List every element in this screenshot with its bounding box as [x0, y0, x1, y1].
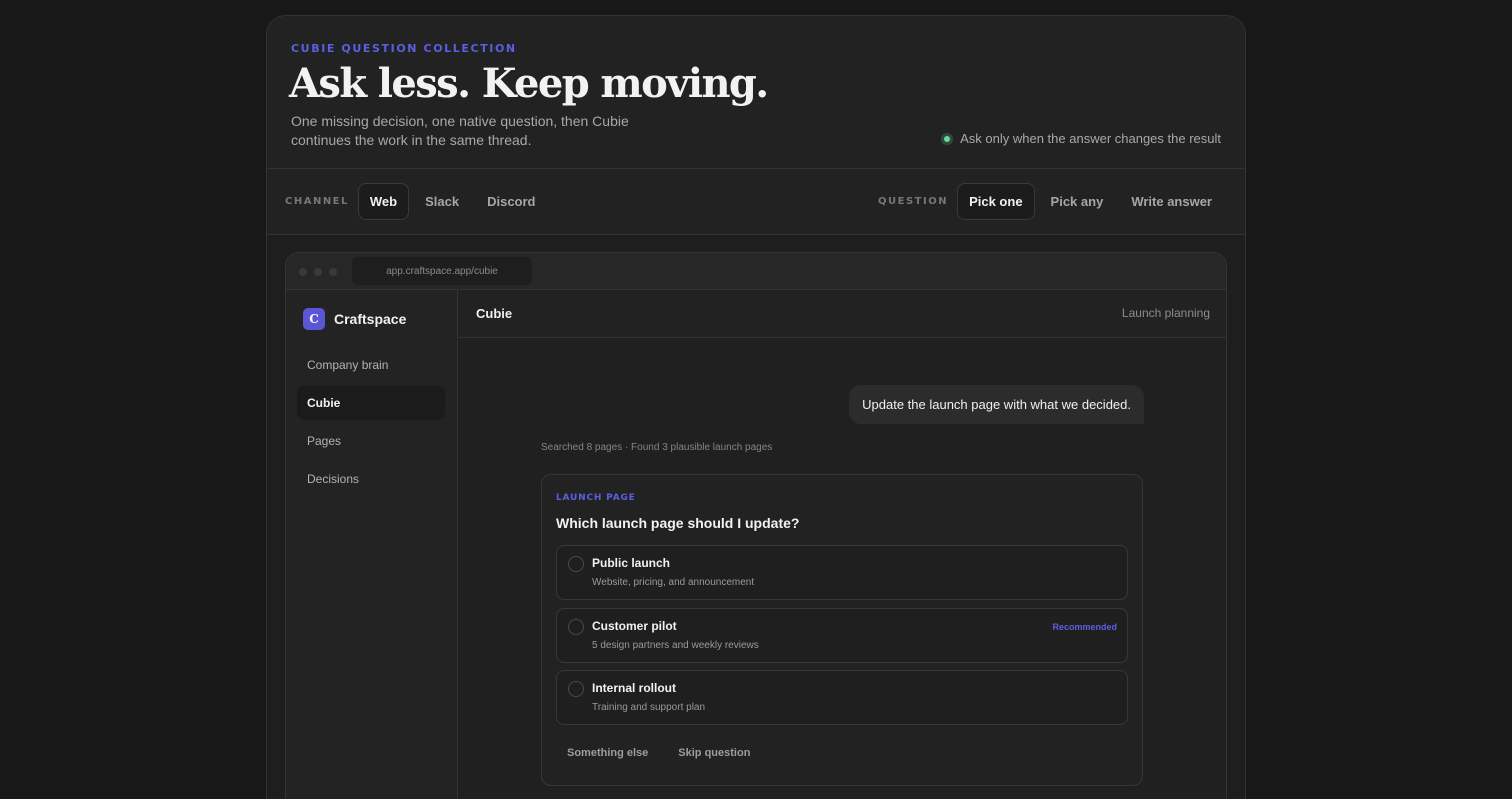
option-public-launch[interactable]: Public launch Website, pricing, and anno…	[556, 545, 1128, 600]
brand-name: Craftspace	[334, 311, 407, 327]
question-pick-any-button[interactable]: Pick any	[1039, 183, 1116, 220]
status-dot-icon	[941, 132, 954, 145]
demo-panel: CUBIE QUESTION COLLECTION Ask less. Keep…	[266, 15, 1246, 799]
channel-web-button[interactable]: Web	[357, 183, 410, 220]
question-label: QUESTION	[878, 196, 949, 207]
option-internal-rollout[interactable]: Internal rollout Training and support pl…	[556, 670, 1128, 725]
brand: C Craftspace	[303, 308, 406, 330]
hero-subtext: One missing decision, one native questio…	[291, 113, 629, 148]
radio-icon[interactable]	[568, 681, 584, 697]
sidebar-item-pages[interactable]: Pages	[297, 424, 445, 458]
chat-header: Cubie Launch planning	[458, 290, 1226, 338]
radio-icon[interactable]	[568, 556, 584, 572]
brand-logo-icon: C	[303, 308, 325, 330]
hero: CUBIE QUESTION COLLECTION Ask less. Keep…	[267, 16, 1245, 169]
question-card: LAUNCH PAGE Which launch page should I u…	[541, 474, 1143, 786]
browser-window: app.craftspace.app/cubie C Craftspace Co…	[285, 252, 1227, 799]
sidebar-item-cubie[interactable]: Cubie	[297, 386, 445, 420]
card-actions: Something else Skip question	[556, 739, 761, 767]
sidebar-item-decisions[interactable]: Decisions	[297, 462, 445, 496]
chat-main: Cubie Launch planning Update the launch …	[458, 290, 1226, 799]
something-else-button[interactable]: Something else	[556, 739, 659, 767]
controls-bar: CHANNEL Web Slack Discord QUESTION Pick …	[267, 169, 1245, 235]
channel-discord-button[interactable]: Discord	[475, 183, 547, 220]
rule-indicator: Ask only when the answer changes the res…	[941, 131, 1221, 146]
skip-question-button[interactable]: Skip question	[667, 739, 761, 767]
address-bar[interactable]: app.craftspace.app/cubie	[352, 257, 532, 285]
option-description: Website, pricing, and announcement	[592, 577, 755, 588]
recommended-badge: Recommended	[1052, 622, 1117, 632]
question-pick-one-button[interactable]: Pick one	[957, 183, 1035, 220]
window-maximize-icon[interactable]	[329, 268, 337, 276]
option-customer-pilot[interactable]: Customer pilot 5 design partners and wee…	[556, 608, 1128, 663]
search-meta: Searched 8 pages · Found 3 plausible lau…	[541, 442, 773, 453]
channel-group: CHANNEL Web Slack Discord	[285, 183, 552, 220]
sidebar-item-company-brain[interactable]: Company brain	[297, 348, 445, 382]
chat-context: Launch planning	[1121, 306, 1210, 320]
page-title: Ask less. Keep moving.	[289, 60, 769, 107]
option-title: Customer pilot	[592, 619, 677, 633]
option-title: Internal rollout	[592, 681, 676, 695]
radio-icon[interactable]	[568, 619, 584, 635]
rule-text: Ask only when the answer changes the res…	[960, 131, 1221, 146]
window-close-icon[interactable]	[299, 268, 307, 276]
app-sidebar: C Craftspace Company brain Cubie Pages D…	[286, 290, 458, 799]
channel-label: CHANNEL	[285, 196, 349, 207]
option-description: Training and support plan	[592, 702, 706, 713]
question-write-answer-button[interactable]: Write answer	[1119, 183, 1224, 220]
hero-eyebrow: CUBIE QUESTION COLLECTION	[291, 42, 517, 55]
chat-title: Cubie	[476, 306, 513, 321]
question-type-group: QUESTION Pick one Pick any Write answer	[878, 183, 1224, 220]
user-message: Update the launch page with what we deci…	[849, 385, 1144, 424]
browser-toolbar: app.craftspace.app/cubie	[286, 253, 1226, 290]
option-title: Public launch	[592, 556, 671, 570]
question-eyebrow: LAUNCH PAGE	[556, 493, 636, 503]
channel-slack-button[interactable]: Slack	[413, 183, 471, 220]
option-description: 5 design partners and weekly reviews	[592, 640, 759, 651]
window-minimize-icon[interactable]	[314, 268, 322, 276]
question-text: Which launch page should I update?	[556, 515, 800, 531]
